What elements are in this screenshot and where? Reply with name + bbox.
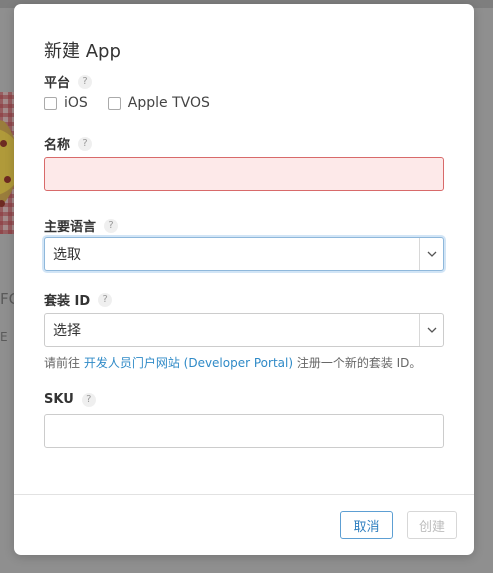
- apple-tvos-label: Apple TVOS: [127, 95, 210, 111]
- background-text: E: [0, 330, 8, 344]
- platform-label: 平台: [44, 76, 71, 91]
- background-topping: [0, 140, 7, 147]
- chevron-down-icon[interactable]: [419, 314, 443, 346]
- footer-divider: [14, 494, 474, 495]
- primary-language-label: 主要语言: [44, 220, 97, 235]
- cancel-button[interactable]: 取消: [340, 511, 393, 539]
- primary-language-label-row: 主要语言 ?: [44, 216, 119, 235]
- sku-label-row: SKU ?: [44, 392, 96, 407]
- platform-option-ios[interactable]: iOS: [44, 95, 88, 111]
- bundle-id-select[interactable]: 选择: [44, 313, 444, 347]
- create-button[interactable]: 创建: [407, 511, 457, 539]
- bundle-id-hint: 请前往 开发人员门户网站 (Developer Portal) 注册一个新的套装…: [44, 354, 421, 371]
- primary-language-value: 选取: [53, 247, 81, 263]
- name-label-row: 名称 ?: [44, 134, 93, 153]
- platform-option-apple-tvos[interactable]: Apple TVOS: [107, 95, 210, 111]
- developer-portal-link[interactable]: 开发人员门户网站 (Developer Portal): [84, 356, 293, 370]
- new-app-dialog: 新建 App 平台 ? iOS Apple TVOS 名称 ? 主要语言 ? 选…: [14, 4, 474, 555]
- ios-label: iOS: [64, 95, 88, 111]
- platform-options: iOS Apple TVOS: [44, 95, 210, 111]
- bundle-id-label: 套装 ID: [44, 294, 91, 309]
- question-circle-icon[interactable]: ?: [78, 74, 93, 89]
- primary-language-select[interactable]: 选取: [44, 237, 444, 271]
- platform-label-row: 平台 ?: [44, 72, 93, 91]
- name-input[interactable]: [44, 157, 444, 191]
- name-label: 名称: [44, 138, 71, 153]
- question-circle-icon[interactable]: ?: [81, 392, 96, 407]
- question-circle-icon[interactable]: ?: [104, 218, 119, 233]
- bundle-id-value: 选择: [53, 323, 81, 339]
- bundle-id-label-row: 套装 ID ?: [44, 290, 113, 309]
- question-circle-icon[interactable]: ?: [98, 292, 113, 307]
- background-topping: [4, 176, 11, 183]
- hint-prefix: 请前往: [44, 356, 84, 370]
- question-circle-icon[interactable]: ?: [78, 136, 93, 151]
- apple-tvos-checkbox[interactable]: [107, 96, 121, 110]
- sku-input[interactable]: [44, 414, 444, 448]
- dialog-title: 新建 App: [44, 41, 121, 62]
- sku-label: SKU: [44, 392, 74, 407]
- hint-suffix: 注册一个新的套装 ID。: [293, 356, 422, 370]
- chevron-down-icon[interactable]: [419, 238, 443, 270]
- ios-checkbox[interactable]: [44, 96, 57, 110]
